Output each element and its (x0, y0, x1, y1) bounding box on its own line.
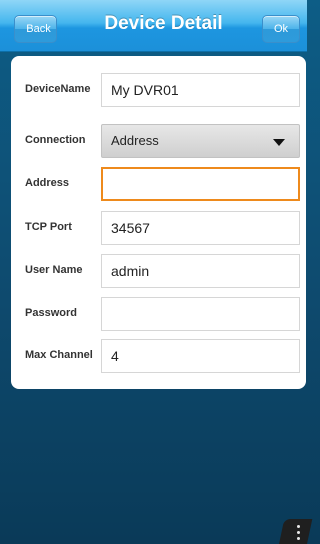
password-label: Password (25, 307, 77, 319)
max-channel-row: Max Channel 4 (11, 339, 306, 373)
device-form-card: DeviceName My DVR01 Connection Address A… (11, 56, 306, 389)
more-vertical-icon (297, 525, 300, 541)
tcp-port-label: TCP Port (25, 221, 72, 233)
connection-row: Connection Address (11, 124, 306, 158)
ok-button[interactable]: Ok (262, 15, 300, 43)
caret-down-icon (273, 139, 285, 146)
tcp-port-row: TCP Port 34567 (11, 211, 306, 245)
address-row: Address (11, 167, 306, 201)
back-button[interactable]: Back (14, 15, 57, 43)
max-channel-field[interactable]: 4 (101, 339, 300, 373)
user-name-field[interactable]: admin (101, 254, 300, 288)
max-channel-label: Max Channel (25, 349, 93, 361)
connection-select[interactable]: Address (101, 124, 300, 158)
page-title: Device Detail (104, 13, 223, 34)
device-name-row: DeviceName My DVR01 (11, 73, 306, 107)
connection-label: Connection (25, 134, 86, 146)
tcp-port-field[interactable]: 34567 (101, 211, 300, 245)
back-button-label: Back (26, 23, 51, 35)
user-name-label: User Name (25, 264, 83, 276)
navigation-bar: Back Device Detail Ok (0, 0, 307, 52)
connection-select-value: Address (111, 133, 159, 148)
password-field[interactable] (101, 297, 300, 331)
device-name-field[interactable]: My DVR01 (101, 73, 300, 107)
address-field[interactable] (101, 167, 300, 201)
device-name-label: DeviceName (25, 83, 91, 95)
user-name-row: User Name admin (11, 254, 306, 288)
overflow-menu-button[interactable] (279, 519, 313, 544)
address-label: Address (25, 177, 70, 189)
password-row: Password (11, 297, 306, 331)
